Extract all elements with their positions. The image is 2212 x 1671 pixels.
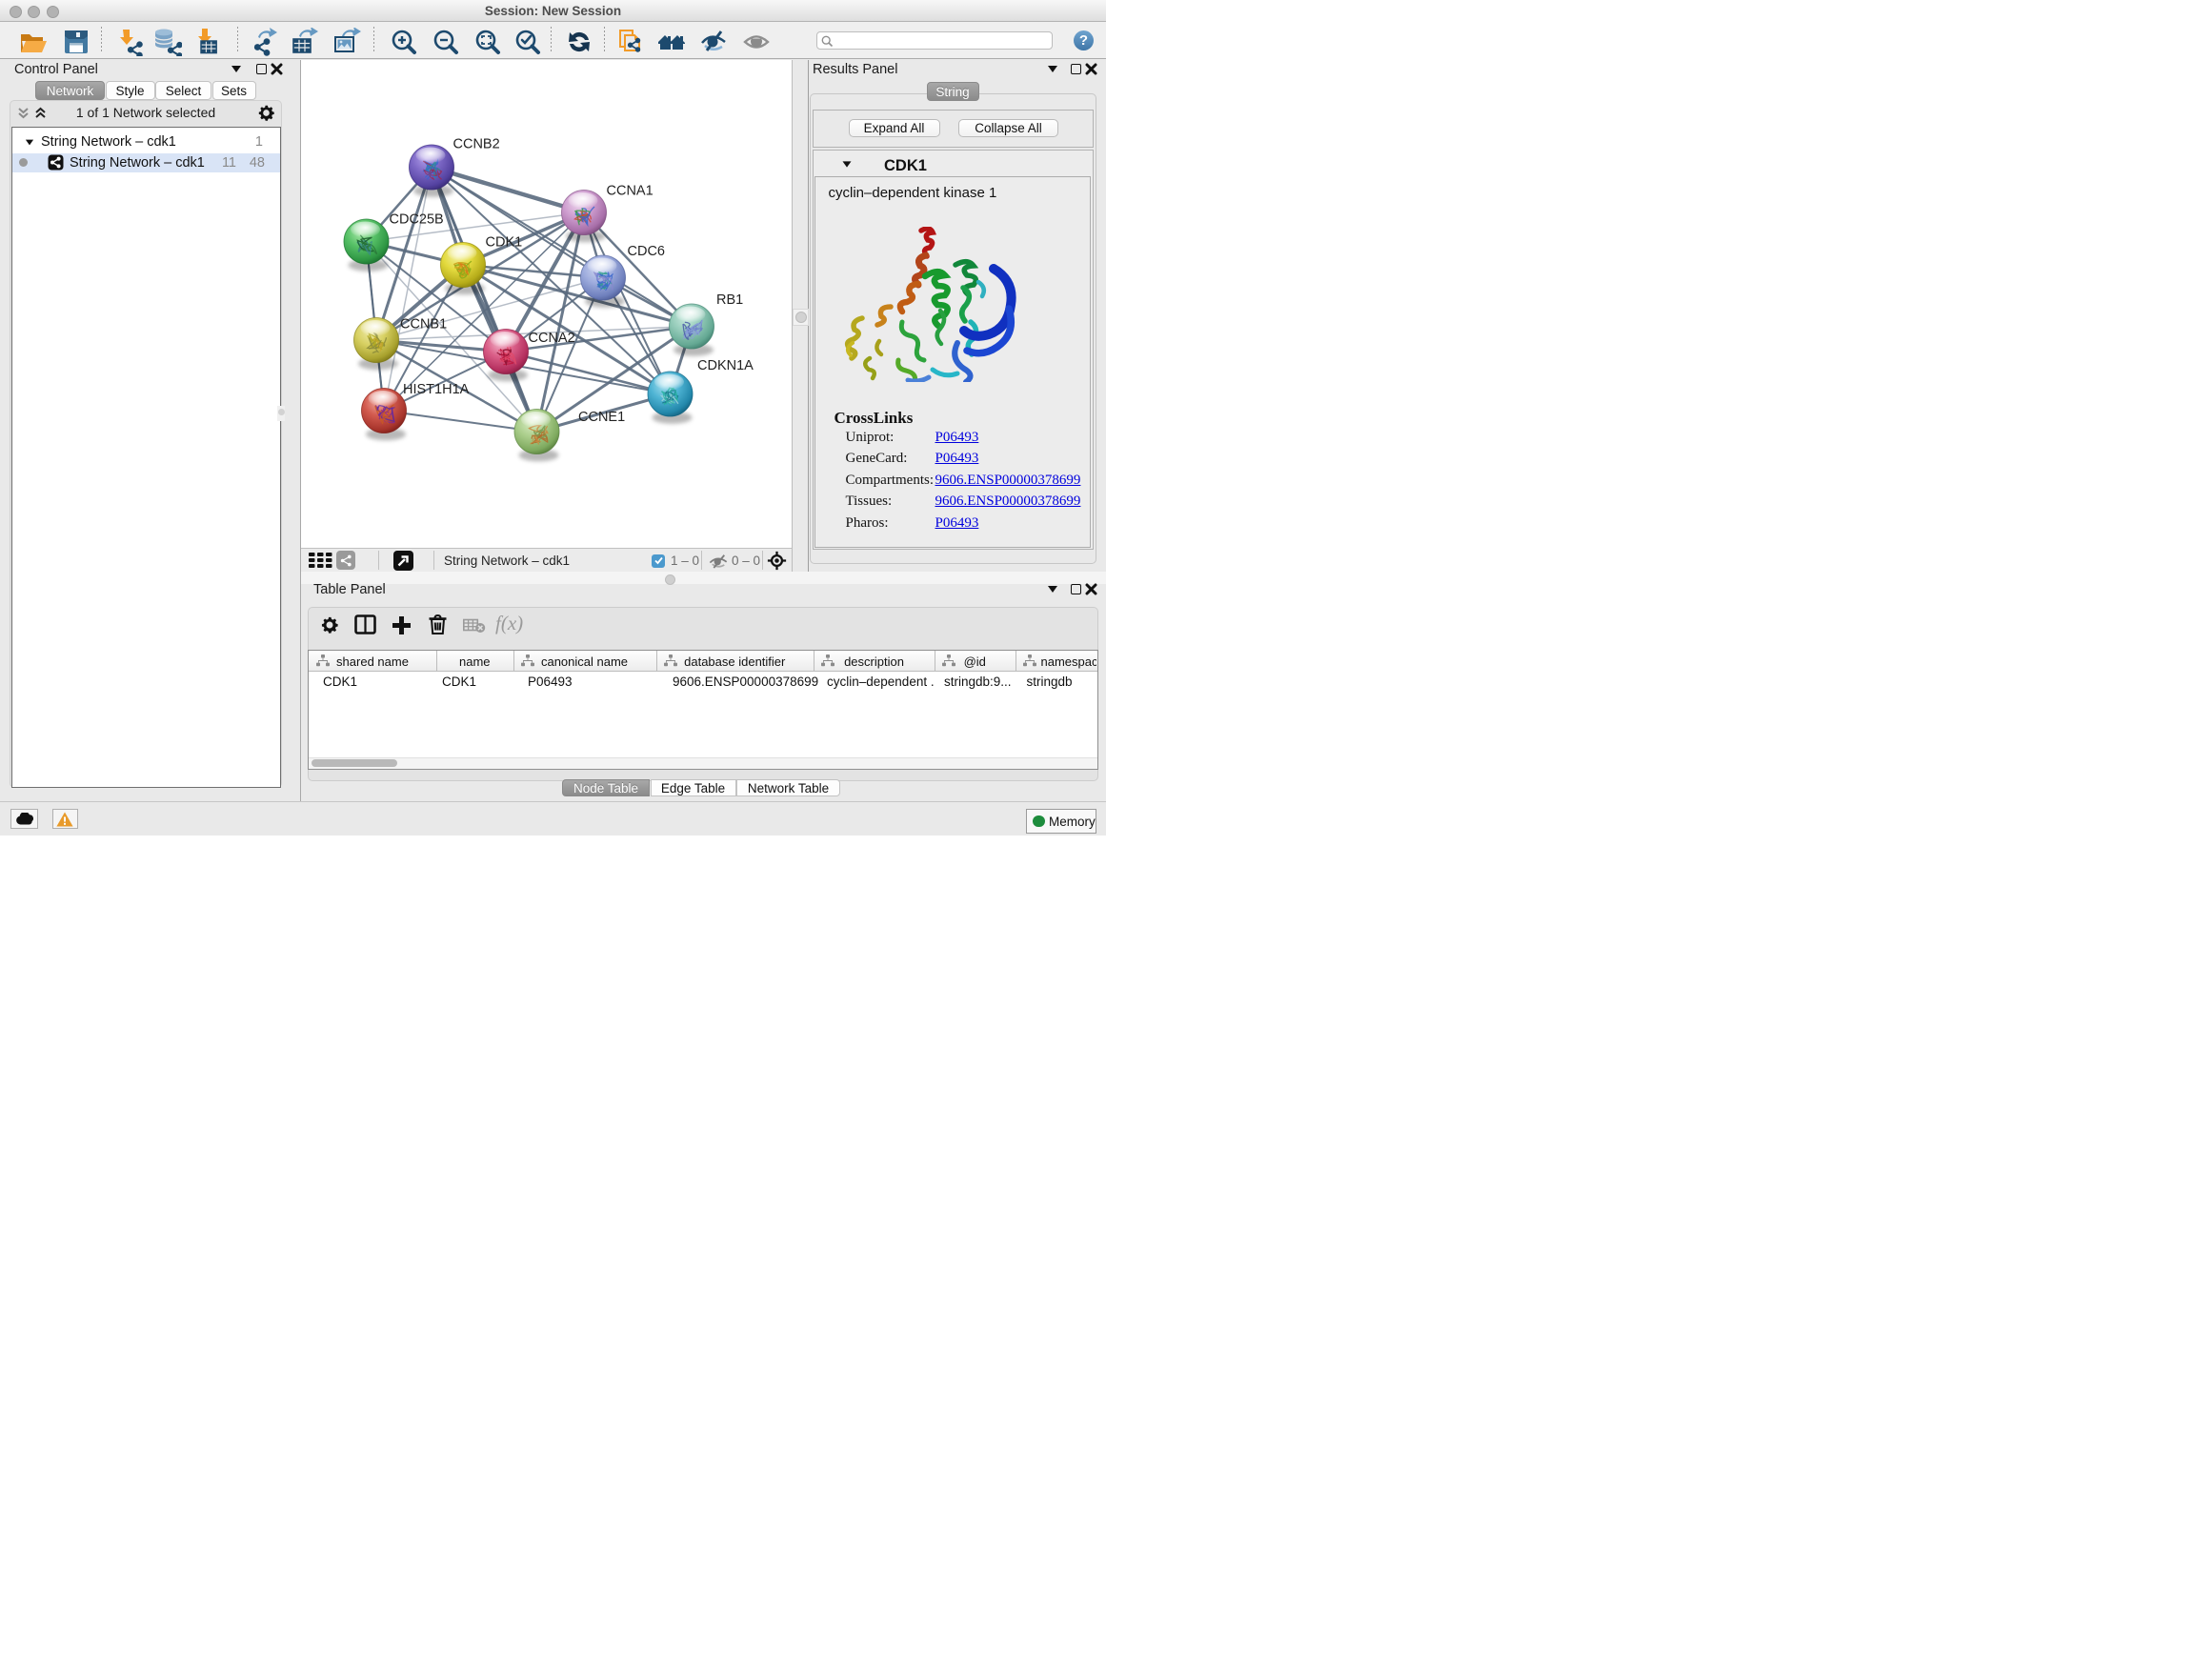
- svg-text:CDC6: CDC6: [627, 244, 664, 259]
- svg-text:CCNB2: CCNB2: [452, 136, 499, 151]
- svg-text:CDC25B: CDC25B: [389, 211, 443, 227]
- svg-text:CDKN1A: CDKN1A: [697, 358, 754, 373]
- svg-text:RB1: RB1: [716, 292, 743, 308]
- svg-text:CCNB1: CCNB1: [400, 316, 447, 332]
- svg-text:CCNA2: CCNA2: [528, 331, 574, 346]
- svg-text:HIST1H1A: HIST1H1A: [403, 382, 470, 397]
- svg-text:CDK1: CDK1: [485, 234, 522, 250]
- svg-text:CCNA1: CCNA1: [606, 183, 653, 198]
- svg-text:CCNE1: CCNE1: [578, 410, 625, 425]
